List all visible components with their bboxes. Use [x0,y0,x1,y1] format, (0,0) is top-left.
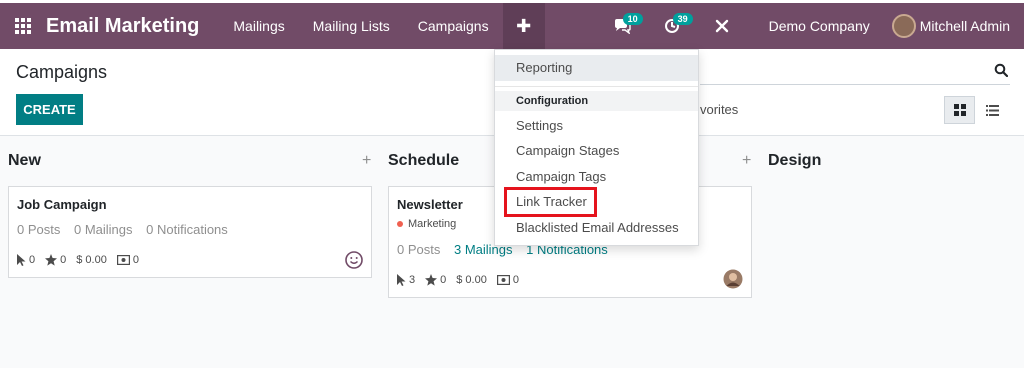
tag-color-dot [397,221,403,227]
chat-button[interactable]: 10 [597,3,647,49]
user-menu[interactable]: Mitchell Admin [891,14,1024,38]
list-view-button[interactable] [978,96,1006,124]
debug-tools-button[interactable] [697,3,747,49]
posts-count: 0 Posts [397,242,441,257]
star-icon [45,254,58,266]
money-icon [496,275,510,285]
star-icon [425,274,438,286]
menu-item-blacklisted-email-addresses[interactable]: Blacklisted Email Addresses [495,220,698,235]
notifications-count: 0 Notifications [146,222,228,237]
rating-stat: 0 [45,254,66,266]
revenue-stat: $ 0.00 [456,274,487,286]
column-title-new: New [8,152,41,169]
leads-stat: 0 [116,254,139,266]
menu-mailings[interactable]: Mailings [219,3,298,49]
column-add-button[interactable]: + [742,152,751,170]
card-stats: 0 Posts 0 Mailings 0 Notifications [17,222,238,237]
clicks-stat: 3 [397,274,415,286]
dropdown-divider [495,86,698,87]
card-footer: 3 0 $ 0.00 0 [397,274,529,286]
link-tracker-highlight [504,187,597,217]
column-add-button[interactable]: + [362,152,371,170]
card-title: Newsletter [397,197,463,212]
menu-item-campaign-tags[interactable]: Campaign Tags [495,169,698,184]
chat-count-badge: 10 [622,13,643,25]
pointer-icon [17,254,26,266]
money-icon [116,255,130,265]
menu-item-settings[interactable]: Settings [495,118,698,133]
search-icon[interactable] [994,63,1010,79]
apps-menu-icon[interactable] [0,3,46,49]
favorites-filter-button[interactable]: vorites [700,102,738,117]
menu-more-button[interactable]: ✚ [502,3,545,49]
user-name: Mitchell Admin [919,18,1010,34]
menu-item-campaign-stages[interactable]: Campaign Stages [495,143,698,158]
user-avatar-icon[interactable] [723,269,743,289]
tools-icon [715,19,728,33]
card-footer: 0 0 $ 0.00 0 [17,254,149,266]
activity-button[interactable]: 39 [647,3,697,49]
mailings-count: 0 Mailings [73,222,133,237]
column-title-schedule: Schedule [388,152,460,169]
create-button[interactable]: CREATE [16,94,83,125]
kanban-view-button[interactable] [944,96,975,124]
smiley-avatar-icon[interactable] [344,250,364,270]
top-navbar: Email Marketing Mailings Mailing Lists C… [0,3,1024,49]
revenue-stat: $ 0.00 [76,254,107,266]
activity-count-badge: 39 [672,13,693,25]
company-switcher[interactable]: Demo Company [747,18,892,34]
kanban-grid-icon [953,104,966,116]
rating-stat: 0 [425,274,446,286]
menu-mailing-lists[interactable]: Mailing Lists [299,3,404,49]
menu-campaigns[interactable]: Campaigns [404,3,503,49]
leads-stat: 0 [496,274,519,286]
page-title: Campaigns [16,62,108,82]
kanban-card-job-campaign[interactable]: Job Campaign 0 Posts 0 Mailings 0 Notifi… [8,186,372,278]
search-input[interactable] [700,84,1010,85]
posts-count: 0 Posts [17,222,61,237]
app-title[interactable]: Email Marketing [46,15,199,38]
tag-marketing: Marketing [397,218,456,230]
card-title: Job Campaign [17,197,107,212]
list-icon [985,104,999,116]
menu-item-reporting[interactable]: Reporting [495,55,698,81]
configuration-header: Configuration [495,91,698,111]
pointer-icon [397,274,406,286]
column-title-design: Design [768,152,822,169]
user-avatar [891,14,916,38]
clicks-stat: 0 [17,254,35,266]
